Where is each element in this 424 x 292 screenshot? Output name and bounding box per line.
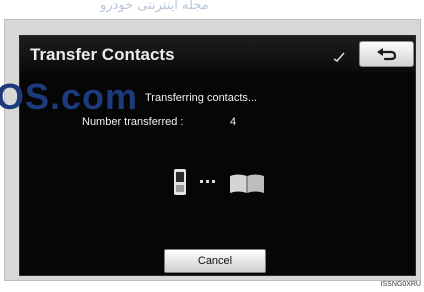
return-arrow-icon	[376, 48, 396, 61]
contacts-book-icon	[230, 174, 264, 193]
watermark-top-text: مجله اینترنتی خودرو	[100, 0, 209, 13]
screen-header: Transfer Contacts	[20, 36, 415, 72]
watermark-site-text: OS.com	[0, 76, 139, 117]
transfer-status-text: Transferring contacts...	[145, 92, 258, 104]
transfer-progress-dots-icon	[200, 180, 215, 183]
phone-icon	[174, 169, 186, 195]
back-button[interactable]	[359, 41, 414, 67]
transfer-contacts-screen: Transfer Contacts Transferring contacts.…	[19, 35, 416, 276]
signal-icon	[333, 52, 345, 62]
screen-title: Transfer Contacts	[30, 45, 175, 64]
cancel-button[interactable]: Cancel	[164, 249, 266, 273]
number-transferred-value: 4	[230, 116, 237, 128]
figure-code: ISSNG0XRU	[380, 281, 421, 288]
